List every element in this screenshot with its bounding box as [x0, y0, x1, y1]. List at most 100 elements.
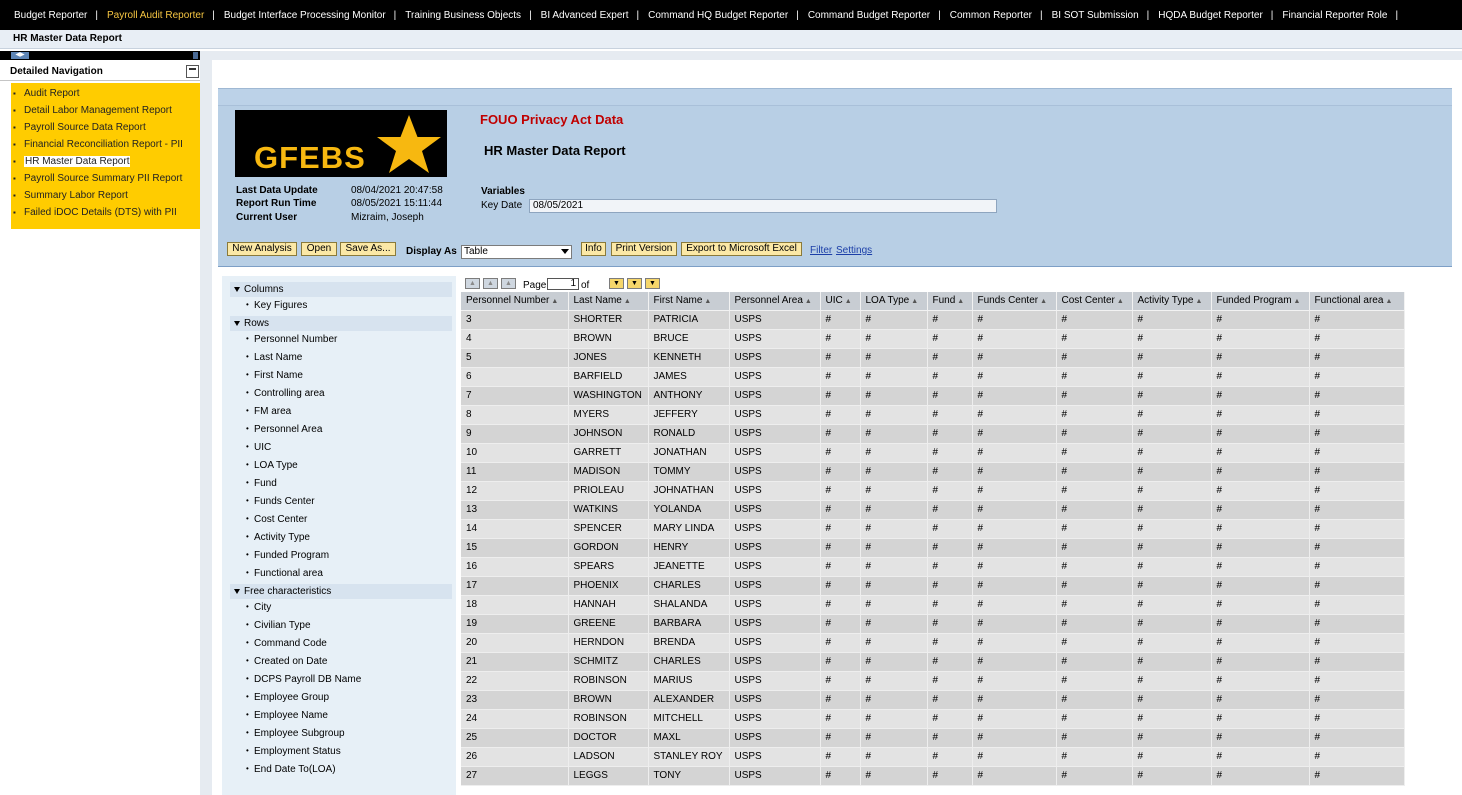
table-cell[interactable]: # [1211, 538, 1310, 558]
topnav-item-command-hq-budget-reporter[interactable]: Command HQ Budget Reporter [648, 10, 788, 21]
table-cell[interactable]: USPS [729, 557, 821, 577]
table-cell[interactable]: # [972, 386, 1057, 406]
row-item-fm-area[interactable]: FM area [246, 406, 291, 417]
table-cell[interactable]: 8 [461, 405, 569, 425]
table-cell[interactable]: MARY LINDA [648, 519, 730, 539]
table-cell[interactable]: # [860, 671, 928, 691]
table-cell[interactable]: # [1211, 310, 1310, 330]
table-cell[interactable]: # [1309, 747, 1405, 767]
table-cell[interactable]: # [972, 405, 1057, 425]
column-item-key-figures[interactable]: Key Figures [246, 300, 307, 311]
table-cell[interactable]: # [1211, 367, 1310, 387]
table-cell[interactable]: # [820, 500, 861, 520]
table-cell[interactable]: SPEARS [568, 557, 649, 577]
sort-ascending-icon[interactable]: ▲ [1040, 298, 1047, 305]
table-cell[interactable]: # [972, 519, 1057, 539]
table-cell[interactable]: # [1132, 367, 1212, 387]
sort-ascending-icon[interactable]: ▲ [704, 298, 711, 305]
table-cell[interactable]: ANTHONY [648, 386, 730, 406]
table-cell[interactable]: USPS [729, 367, 821, 387]
table-cell[interactable]: # [1056, 671, 1133, 691]
table-cell[interactable]: # [927, 481, 973, 501]
table-cell[interactable]: # [1211, 728, 1310, 748]
table-cell[interactable]: USPS [729, 519, 821, 539]
table-cell[interactable]: JEANETTE [648, 557, 730, 577]
table-cell[interactable]: 23 [461, 690, 569, 710]
table-cell[interactable]: # [927, 310, 973, 330]
row-item-activity-type[interactable]: Activity Type [246, 532, 310, 543]
table-cell[interactable]: # [927, 671, 973, 691]
row-item-fund[interactable]: Fund [246, 478, 277, 489]
table-cell[interactable]: # [1132, 519, 1212, 539]
table-cell[interactable]: # [1211, 709, 1310, 729]
table-cell[interactable]: 5 [461, 348, 569, 368]
export-to-excel-button[interactable]: Export to Microsoft Excel [681, 242, 802, 256]
table-cell[interactable]: # [820, 595, 861, 615]
table-cell[interactable]: SCHMITZ [568, 652, 649, 672]
sort-ascending-icon[interactable]: ▲ [1385, 298, 1392, 305]
table-cell[interactable]: # [1309, 652, 1405, 672]
table-cell[interactable]: # [820, 576, 861, 596]
row-item-functional-area[interactable]: Functional area [246, 568, 323, 579]
table-cell[interactable]: MARIUS [648, 671, 730, 691]
table-cell[interactable]: MITCHELL [648, 709, 730, 729]
table-cell[interactable]: # [1056, 310, 1133, 330]
free-characteristic-item-employment-status[interactable]: Employment Status [246, 746, 341, 757]
column-header-first-name[interactable]: First Name ▲ [648, 292, 730, 311]
table-cell[interactable]: 3 [461, 310, 569, 330]
table-cell[interactable]: # [860, 481, 928, 501]
table-cell[interactable]: USPS [729, 766, 821, 786]
table-cell[interactable]: USPS [729, 310, 821, 330]
table-cell[interactable]: USPS [729, 576, 821, 596]
table-cell[interactable]: USPS [729, 690, 821, 710]
table-cell[interactable]: USPS [729, 329, 821, 349]
table-cell[interactable]: # [972, 348, 1057, 368]
topnav-item-common-reporter[interactable]: Common Reporter [950, 10, 1032, 21]
table-cell[interactable]: # [1132, 747, 1212, 767]
table-cell[interactable]: # [820, 538, 861, 558]
table-cell[interactable]: LEGGS [568, 766, 649, 786]
table-cell[interactable]: 11 [461, 462, 569, 482]
table-cell[interactable]: # [820, 310, 861, 330]
table-cell[interactable]: BRENDA [648, 633, 730, 653]
nav-item-detail-labor-management-report[interactable]: Detail Labor Management Report [11, 104, 200, 121]
nav-item-summary-labor-report[interactable]: Summary Labor Report [11, 189, 200, 206]
table-cell[interactable]: # [1056, 405, 1133, 425]
row-item-cost-center[interactable]: Cost Center [246, 514, 307, 525]
table-cell[interactable]: # [927, 576, 973, 596]
table-cell[interactable]: # [1309, 481, 1405, 501]
table-cell[interactable]: SHORTER [568, 310, 649, 330]
table-cell[interactable]: 22 [461, 671, 569, 691]
table-cell[interactable]: # [1056, 614, 1133, 634]
column-header-funded-program[interactable]: Funded Program ▲ [1211, 292, 1310, 311]
table-cell[interactable]: # [972, 766, 1057, 786]
table-cell[interactable]: # [1211, 747, 1310, 767]
table-cell[interactable]: # [972, 329, 1057, 349]
table-cell[interactable]: TONY [648, 766, 730, 786]
table-cell[interactable]: # [972, 557, 1057, 577]
table-cell[interactable]: # [1211, 405, 1310, 425]
table-cell[interactable]: GREENE [568, 614, 649, 634]
table-cell[interactable]: # [820, 614, 861, 634]
free-characteristic-item-end-date-to-loa[interactable]: End Date To(LOA) [246, 764, 336, 775]
table-cell[interactable]: # [1309, 310, 1405, 330]
nav-item-payroll-source-summary-pii-report[interactable]: Payroll Source Summary PII Report [11, 172, 200, 189]
table-cell[interactable]: YOLANDA [648, 500, 730, 520]
table-cell[interactable]: # [860, 443, 928, 463]
table-cell[interactable]: # [1309, 405, 1405, 425]
topnav-item-payroll-audit-reporter[interactable]: Payroll Audit Reporter [107, 10, 204, 21]
table-cell[interactable]: # [927, 348, 973, 368]
table-cell[interactable]: USPS [729, 633, 821, 653]
column-header-functional-area[interactable]: Functional area ▲ [1309, 292, 1405, 311]
free-characteristic-item-city[interactable]: City [246, 602, 271, 613]
table-cell[interactable]: # [972, 728, 1057, 748]
table-cell[interactable]: # [860, 538, 928, 558]
table-cell[interactable]: # [1132, 538, 1212, 558]
table-cell[interactable]: # [820, 424, 861, 444]
nav-item-payroll-source-data-report[interactable]: Payroll Source Data Report [11, 121, 200, 138]
table-cell[interactable]: # [820, 443, 861, 463]
table-cell[interactable]: # [860, 614, 928, 634]
table-cell[interactable]: # [927, 405, 973, 425]
table-cell[interactable]: # [820, 367, 861, 387]
table-cell[interactable]: # [1056, 443, 1133, 463]
